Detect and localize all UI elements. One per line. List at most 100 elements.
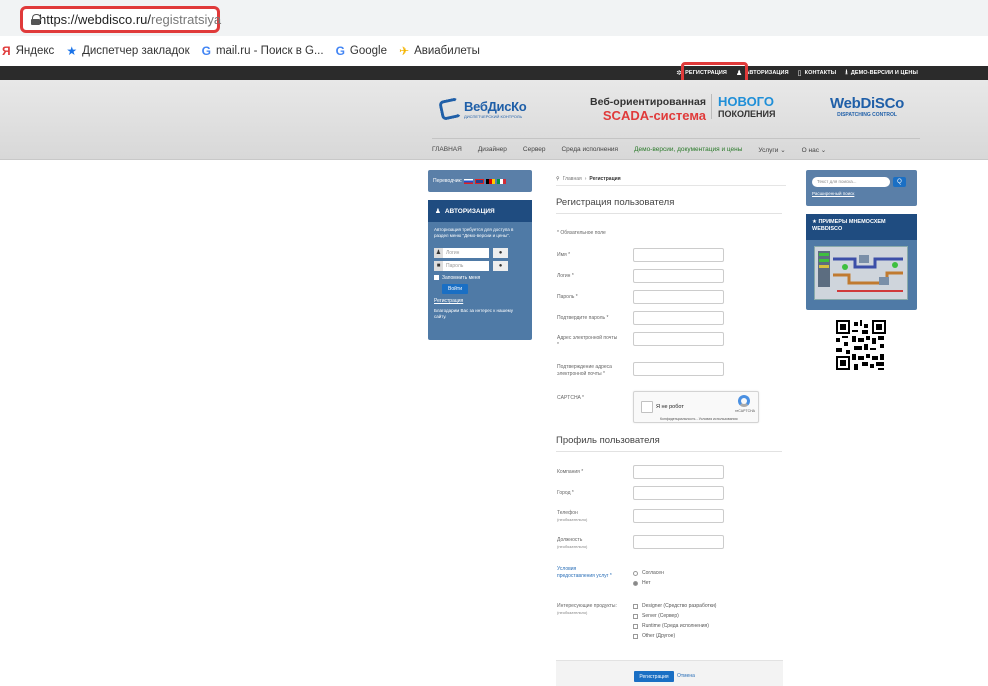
password-row: ■ Пароль ●	[434, 260, 532, 271]
password-input[interactable]: Пароль	[443, 260, 489, 271]
search-input[interactable]: Текст для поиска...	[812, 177, 890, 187]
company-field[interactable]	[633, 465, 724, 479]
login-field[interactable]	[633, 269, 724, 283]
qr-code	[836, 320, 886, 370]
recaptcha-privacy-link[interactable]: Конфиденциальность - Условия использован…	[660, 417, 737, 421]
email-field[interactable]	[633, 332, 724, 346]
bookmark-label: Диспетчер закладок	[82, 45, 190, 57]
confirm-email-field[interactable]	[633, 362, 724, 376]
phone-field[interactable]	[633, 509, 724, 523]
examples-header: ★ ПРИМЕРЫ МНЕМОСХЕМ WEBDISCO	[806, 214, 917, 240]
remember-checkbox[interactable]	[434, 275, 439, 281]
bookmark-google[interactable]: G Google	[336, 44, 387, 58]
nav-server[interactable]: Сервер	[523, 146, 546, 153]
logo-ru[interactable]: ВебДисКо диспетчерский контроль	[438, 95, 532, 123]
translator-box: Переводчик:	[428, 170, 532, 192]
cancel-link[interactable]: Отмена	[677, 673, 695, 679]
captcha-checkbox[interactable]	[641, 401, 653, 413]
flag-ru-icon[interactable]	[464, 178, 474, 184]
radio-circle[interactable]	[633, 580, 638, 586]
bookmarks-bar: Я Яндекс ★ Диспетчер закладок G mail.ru …	[0, 40, 988, 62]
checkbox-box[interactable]	[633, 623, 638, 629]
google-icon: G	[201, 44, 211, 58]
position-field[interactable]	[633, 535, 724, 549]
interest-other-checkbox[interactable]: Other (Другое)	[633, 633, 675, 639]
bookmark-mailru[interactable]: G mail.ru - Поиск в G...	[202, 44, 324, 58]
topnav-contacts[interactable]: ▯ КОНТАКТЫ	[798, 69, 837, 77]
password-field[interactable]	[633, 290, 724, 304]
bookmark-flights[interactable]: ✈ Авиабилеты	[399, 44, 480, 58]
breadcrumb: ⚲ Главная › Регистрация	[556, 172, 786, 186]
nav-designer[interactable]: Дизайнер	[478, 146, 507, 153]
password-help-button[interactable]: ●	[493, 260, 508, 271]
auth-header: ♟ АВТОРИЗАЦИЯ	[428, 200, 532, 222]
flag-de-icon[interactable]	[486, 178, 496, 184]
examples-title: ПРИМЕРЫ МНЕМОСХЕМ WEBDISCO	[812, 219, 886, 233]
phone-hint: (необязательно)	[557, 516, 588, 522]
nav-demo[interactable]: Демо-версии, документация и цены	[634, 146, 742, 153]
logo-en[interactable]: WebDiSCo DISPATCHING CONTROL	[821, 95, 913, 118]
remember-label: Запомнить меня	[442, 274, 481, 281]
login-help-button[interactable]: ●	[493, 247, 508, 258]
recaptcha-logo-icon	[738, 395, 750, 407]
breadcrumb-home[interactable]: Главная	[563, 176, 582, 182]
star-icon: ★	[66, 44, 78, 58]
terms-decline-radio[interactable]: Нет	[633, 580, 651, 586]
advanced-search-link[interactable]: Расширенный поиск	[812, 191, 854, 196]
recaptcha-brand: reCAPTCHA	[735, 409, 755, 413]
bookmark-label: Яндекс	[15, 45, 55, 57]
profile-title: Профиль пользователя	[556, 435, 782, 452]
auth-panel: ♟ АВТОРИЗАЦИЯ Авторизация требуется для …	[428, 200, 532, 340]
interest-runtime-checkbox[interactable]: Runtime (Среда исполнения)	[633, 623, 709, 629]
user-icon: ♟	[434, 247, 443, 258]
search-button[interactable]: Q	[893, 177, 906, 187]
topnav-demo[interactable]: ⭳ ДЕМО-ВЕРСИИ И ЦЕНЫ	[845, 68, 918, 79]
scheme-diagram-icon	[815, 247, 907, 299]
terms-agree-radio[interactable]: Согласен	[633, 570, 664, 576]
nav-about[interactable]: О нас ⌄	[802, 146, 827, 154]
checkbox-box[interactable]	[633, 633, 638, 639]
interest-server-checkbox[interactable]: Server (Сервер)	[633, 613, 679, 619]
qr-code-icon	[836, 320, 886, 370]
login-button[interactable]: Войти	[442, 283, 468, 294]
main-nav: ГЛАВНАЯ Дизайнер Сервер Среда исполнения…	[432, 138, 920, 156]
examples-panel: ★ ПРИМЕРЫ МНЕМОСХЕМ WEBDISCO	[806, 214, 917, 310]
site-header: ВебДисКо диспетчерский контроль Веб-орие…	[0, 80, 988, 160]
tagline: Веб-ориентированная SCADA-система	[584, 96, 706, 123]
remember-me[interactable]: Запомнить меня	[434, 275, 532, 281]
nav-services[interactable]: Услуги ⌄	[758, 146, 785, 154]
flag-it-icon[interactable]	[497, 178, 507, 184]
search-icon: Q	[897, 179, 902, 185]
city-field[interactable]	[633, 486, 724, 500]
checkbox-label: Server (Сервер)	[642, 613, 679, 619]
thanks-text: Благодарим Вас за интерес к нашему сайту…	[434, 307, 514, 319]
scheme-thumbnail[interactable]	[814, 246, 908, 300]
checkbox-box[interactable]	[633, 613, 638, 619]
radio-circle[interactable]	[633, 570, 638, 576]
breadcrumb-separator: ›	[584, 175, 587, 182]
url-field[interactable]: https://webdisco.ru/registratsiya	[20, 6, 221, 33]
location-icon: ⚲	[556, 175, 560, 182]
bookmark-label: Google	[349, 45, 388, 57]
register-link[interactable]: Регистрация	[434, 298, 532, 304]
logo-en-subtitle: DISPATCHING CONTROL	[837, 112, 897, 118]
register-submit-button[interactable]: Регистрация	[634, 671, 674, 682]
field-label-interest: Интересующие продукты: (необязательно)	[557, 603, 629, 617]
confirm-password-field[interactable]	[633, 311, 724, 325]
name-input[interactable]	[633, 248, 724, 262]
bookmark-yandex[interactable]: Я Яндекс	[2, 44, 54, 58]
nav-runtime[interactable]: Среда исполнения	[561, 146, 618, 153]
interest-designer-checkbox[interactable]: Designer (Средство разработки)	[633, 603, 716, 609]
checkbox-box[interactable]	[633, 603, 638, 609]
bookmark-manager[interactable]: ★ Диспетчер закладок	[66, 44, 189, 58]
field-label-login: Логин *	[557, 273, 574, 279]
field-label-terms[interactable]: Условия предоставления услуг *	[557, 566, 613, 580]
interest-hint: (необязательно)	[557, 609, 588, 615]
nav-home[interactable]: ГЛАВНАЯ	[432, 146, 462, 153]
flag-en-icon[interactable]	[475, 178, 485, 184]
radio-label: Согласен	[642, 570, 664, 576]
required-note: * Обязательное поле	[557, 230, 606, 236]
topnav-label: КОНТАКТЫ	[804, 70, 837, 76]
login-input[interactable]: Логин	[443, 247, 489, 258]
interest-label: Интересующие продукты:	[557, 603, 617, 609]
